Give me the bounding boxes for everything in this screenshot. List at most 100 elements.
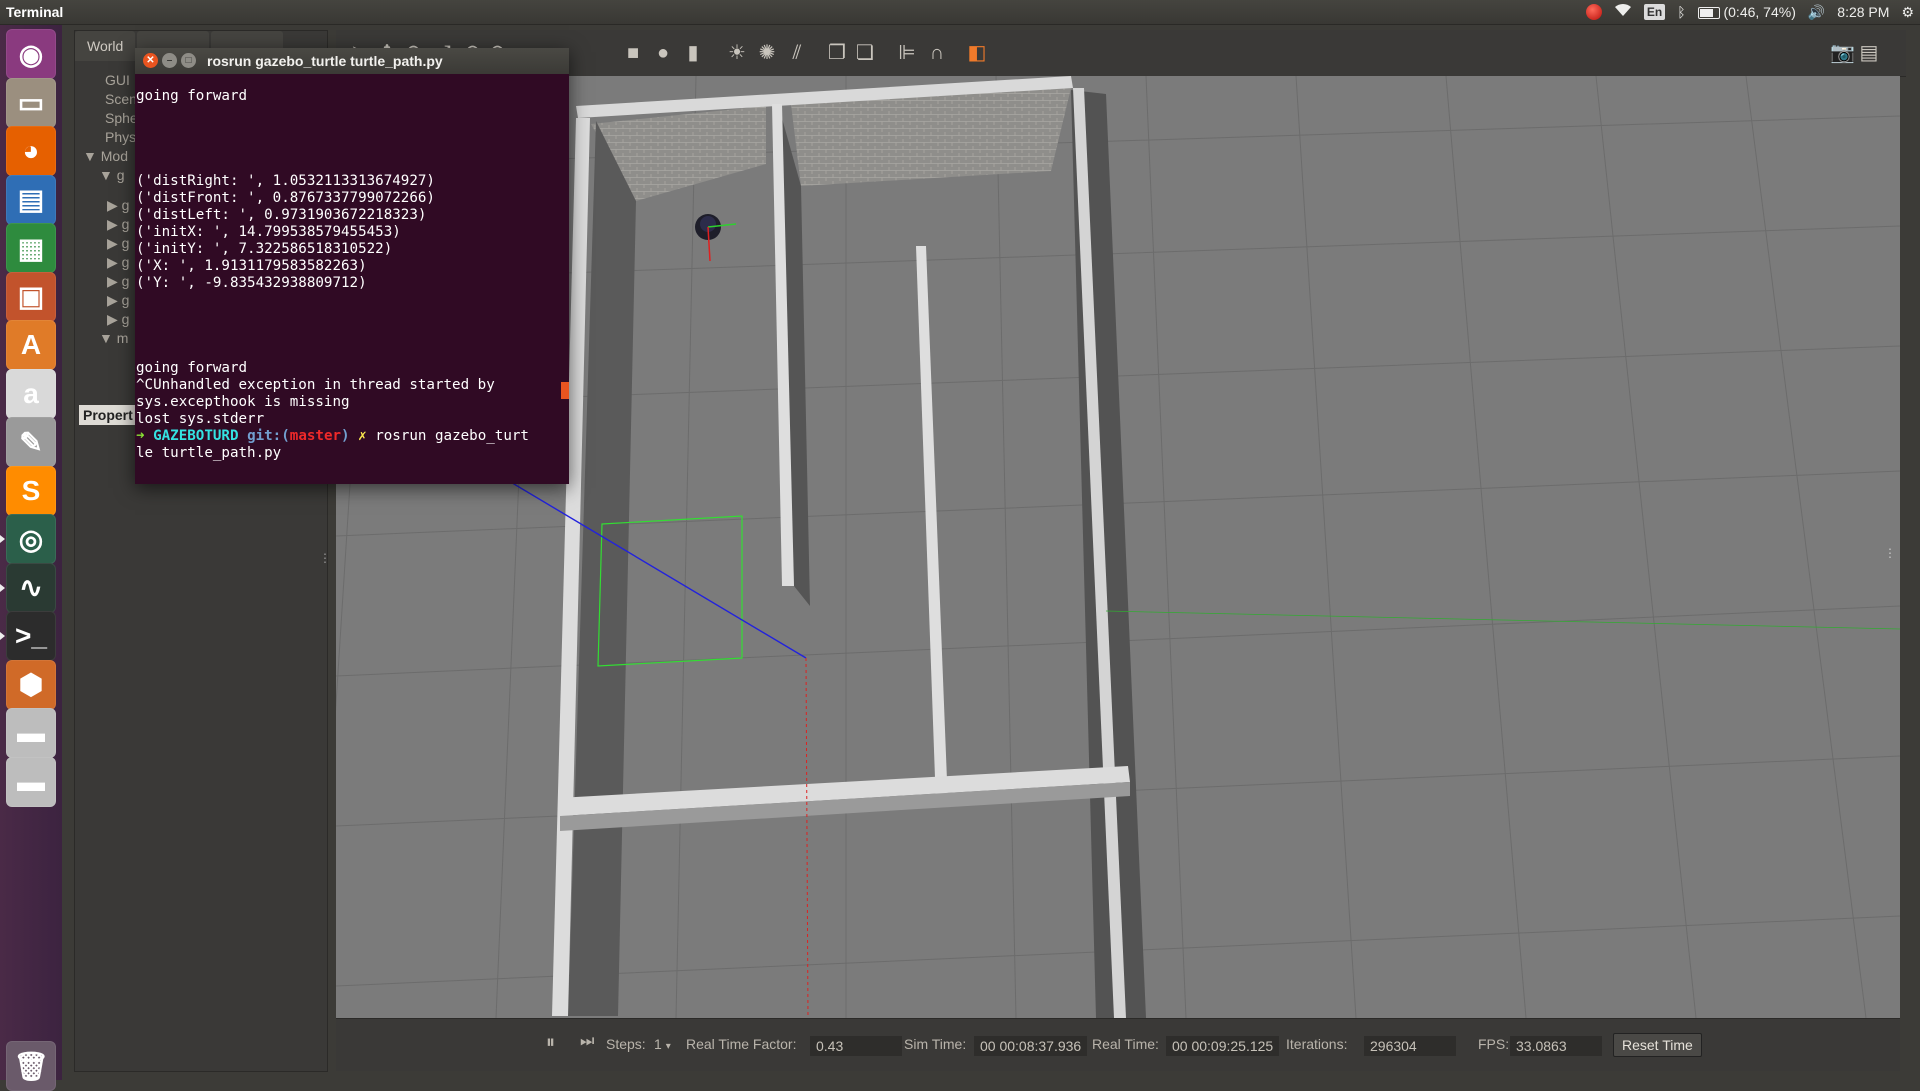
ubuntu-dash-icon[interactable]: ◉	[6, 29, 56, 79]
rtf-label: Real Time Factor:	[686, 1036, 797, 1052]
terminal-line: ('distFront: ', 0.8767337799072266)	[136, 190, 435, 206]
terminal-line: going forward	[136, 88, 248, 104]
steps-spinbox[interactable]: 1 ▾	[654, 1036, 671, 1052]
system-menu-gear-icon[interactable]: ⚙	[1901, 0, 1914, 24]
reset-time-button[interactable]: Reset Time	[1613, 1033, 1702, 1057]
system-settings-icon[interactable]: ✎	[6, 417, 56, 467]
sublime-text-icon[interactable]: S	[6, 465, 56, 516]
wifi-icon[interactable]	[1614, 0, 1632, 24]
clock[interactable]: 8:28 PM	[1837, 0, 1889, 24]
tree-item[interactable]: Phys	[83, 128, 138, 147]
keyboard-layout-indicator[interactable]: En	[1643, 4, 1666, 20]
terminal-cursor	[561, 382, 569, 399]
collapse-arrow-icon[interactable]: ▶	[107, 216, 122, 232]
software-updater-icon[interactable]: ⬢	[6, 659, 56, 710]
prompt-branch: master	[289, 428, 342, 444]
tree-item[interactable]: ▶ g	[83, 253, 138, 272]
directional-light-icon[interactable]: ⫽	[786, 42, 808, 64]
tab-world[interactable]: World	[75, 31, 136, 61]
expand-arrow-icon[interactable]: ▼	[99, 167, 117, 183]
viewport-splitter-handle[interactable]: ⋮	[1884, 546, 1896, 560]
terminal-titlebar[interactable]: ✕ – □ rosrun gazebo_turtle turtle_path.p…	[135, 48, 569, 74]
writer-icon[interactable]: ▤	[6, 174, 56, 225]
box-shape-icon[interactable]: ■	[622, 42, 644, 64]
collapse-arrow-icon[interactable]: ▶	[107, 235, 122, 251]
collapse-arrow-icon[interactable]: ▶	[107, 311, 122, 327]
point-light-icon[interactable]: ☀	[726, 42, 748, 64]
impress-icon[interactable]: ▣	[6, 271, 56, 322]
collapse-arrow-icon[interactable]: ▶	[107, 273, 122, 289]
collapse-arrow-icon[interactable]: ▶	[107, 292, 122, 308]
tree-item[interactable]: Sphe	[83, 109, 138, 128]
gazebo-icon[interactable]: ◎	[0, 514, 56, 564]
tree-item[interactable]: ▼ m	[83, 329, 138, 348]
software-center-icon[interactable]: A	[6, 320, 56, 370]
tree-item[interactable]: ▶ g	[83, 291, 138, 310]
iterations-value: 296304	[1364, 1036, 1456, 1056]
active-app-title: Terminal	[6, 4, 64, 20]
terminal-line: ('distRight: ', 1.0532113313674927)	[136, 173, 435, 189]
fps-value: 33.0863	[1510, 1036, 1602, 1056]
tree-item[interactable]: ▶ g	[83, 272, 138, 291]
drive-icon-2[interactable]: ▬	[6, 756, 56, 807]
collapse-arrow-icon[interactable]: ▶	[107, 254, 122, 270]
terminal-window[interactable]: ✕ – □ rosrun gazebo_turtle turtle_path.p…	[135, 48, 569, 484]
rtf-value: 0.43	[810, 1036, 902, 1056]
minimize-icon[interactable]: –	[162, 53, 177, 68]
paste-icon[interactable]: ❏	[854, 42, 876, 64]
prompt-git: git:(	[247, 428, 290, 444]
cylinder-shape-icon[interactable]: ▮	[682, 42, 704, 64]
trash-icon[interactable]: 🗑	[6, 1041, 56, 1091]
screenshot-camera-icon[interactable]: 📷	[1830, 42, 1855, 64]
pause-icon[interactable]: ⏸	[546, 1032, 555, 1053]
close-icon[interactable]: ✕	[143, 53, 158, 68]
tree-item[interactable]: ▶ g	[83, 234, 138, 253]
bluetooth-icon[interactable]: ᛒ	[1677, 0, 1685, 24]
files-icon[interactable]: ▭	[6, 77, 56, 128]
battery-text: (0:46, 74%)	[1723, 4, 1796, 20]
tree-item[interactable]: ▶ g	[83, 310, 138, 329]
tree-item[interactable]: ▼ g	[83, 166, 138, 185]
firefox-icon[interactable]: ◕	[6, 126, 56, 176]
collapse-arrow-icon[interactable]: ▶	[107, 197, 122, 213]
tree-item[interactable]: Scen	[83, 90, 138, 109]
sphere-shape-icon[interactable]: ●	[652, 42, 674, 64]
drive-icon[interactable]: ▬	[6, 708, 56, 758]
command-text: rosrun gazebo_turt	[375, 428, 529, 444]
tree-item[interactable]: ▶ g	[83, 215, 138, 234]
scene-render	[336, 76, 1900, 1018]
calc-icon[interactable]: ▦	[6, 223, 56, 273]
gazebo-3d-viewport[interactable]: ⋮	[336, 76, 1900, 1018]
battery-indicator[interactable]: (0:46, 74%)	[1697, 0, 1796, 24]
terminal-icon[interactable]: >_	[0, 611, 56, 661]
terminal-line: ('initX: ', 14.799538579455453)	[136, 224, 401, 240]
system-monitor-icon[interactable]: ∿	[0, 562, 56, 613]
tree-item[interactable]: GUI	[83, 71, 138, 90]
align-icon[interactable]: ⊫	[896, 42, 918, 64]
volume-icon[interactable]: 🔊	[1808, 0, 1825, 24]
tree-item[interactable]: ▶ g	[83, 196, 138, 215]
panel-splitter-handle[interactable]: ⋮	[319, 551, 331, 565]
copy-icon[interactable]: ❐	[826, 42, 848, 64]
expand-arrow-icon[interactable]: ▼	[99, 330, 117, 346]
spot-light-icon[interactable]: ✺	[756, 42, 778, 64]
tree-item-models[interactable]: ▼ Mod	[83, 147, 138, 166]
record-indicator-icon[interactable]	[1585, 4, 1602, 20]
middle-wall-2-top	[916, 246, 948, 806]
expand-arrow-icon[interactable]: ▼	[83, 148, 101, 164]
terminal-title: rosrun gazebo_turtle turtle_path.py	[207, 53, 443, 69]
maximize-icon[interactable]: □	[181, 53, 196, 68]
gazebo-toolbar: ➤ ✥ ⟳ ⤢ ↶ ↷ ▾ ■ ● ▮ ☀ ✺ ⫽ ❐ ❏ ⊫ ∩ ◧ 📷 ▤	[336, 30, 1906, 77]
step-icon[interactable]: ⏭	[580, 1033, 594, 1051]
terminal-output[interactable]: going forward ('distRight: ', 1.053211331…	[135, 74, 569, 484]
prompt-arrow-icon: ➜	[136, 428, 145, 444]
unity-launcher: ◉ ▭ ◕ ▤ ▦ ▣ Aa ✎ S ◎ ∿ >_ ⬢ ▬ ▬ 🗑	[0, 25, 62, 1091]
log-icon[interactable]: ▤	[1858, 42, 1880, 64]
green-axis	[1105, 610, 1900, 630]
sim-time-value: 00 00:08:37.936	[974, 1036, 1088, 1056]
change-view-icon[interactable]: ◧	[966, 42, 988, 64]
snap-icon[interactable]: ∩	[926, 42, 948, 64]
amazon-icon[interactable]: a	[6, 368, 56, 419]
